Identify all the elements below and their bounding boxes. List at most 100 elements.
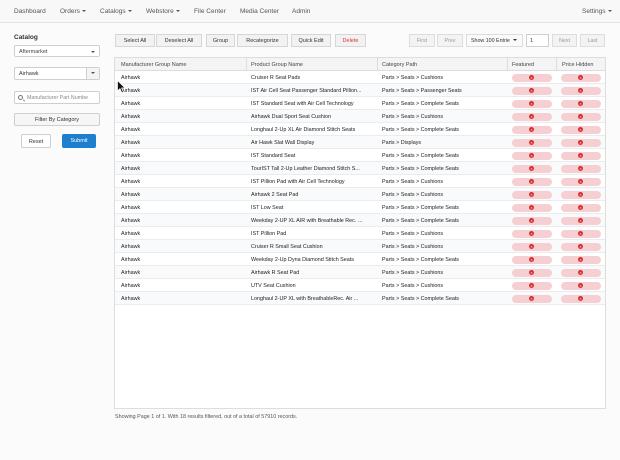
nav-label: Webstore (146, 8, 174, 15)
table-row[interactable]: Airhawk Weekday 2-UP XL AIR with Breathab… (115, 214, 605, 227)
column-header-price-hidden[interactable]: Price Hidden (562, 62, 594, 68)
table-row[interactable]: Airhawk IST Pillion Pad with Air Cell Tec… (115, 175, 605, 188)
delete-button[interactable]: Delete (335, 34, 366, 47)
featured-toggle[interactable]: × (512, 125, 552, 134)
table-row[interactable]: Airhawk Air Hawk Slat Wall Display Parts >… (115, 136, 605, 149)
next-page-button[interactable]: Next (552, 34, 577, 47)
table-row[interactable]: Airhawk IST Pillion Pad Parts > Seats > Cu… (115, 227, 605, 240)
featured-toggle[interactable]: × (512, 112, 552, 121)
table-row[interactable]: Airhawk UTV Seat Cushion Parts > Seats > C… (115, 279, 605, 292)
price-hidden-toggle[interactable]: × (561, 203, 601, 212)
table-row[interactable]: Airhawk IST Low Seat Parts > Seats > Compl… (115, 201, 605, 214)
manufacturer-select[interactable]: Airhawk (14, 67, 100, 80)
nav-settings[interactable]: Settings (582, 8, 612, 15)
deselect-all-button[interactable]: Deselect All (156, 34, 202, 47)
featured-toggle[interactable]: × (512, 177, 552, 186)
recategorize-button[interactable]: Recategorize (237, 34, 288, 47)
quick-edit-button[interactable]: Quick Edit (291, 34, 331, 47)
table-row[interactable]: Airhawk IST Standard Seat Parts > Seats > … (115, 149, 605, 162)
nav-admin[interactable]: Admin (292, 8, 310, 15)
featured-toggle[interactable]: × (512, 138, 552, 147)
table-row[interactable]: Airhawk Longhaul 2-Up XL Air Diamond Stit… (115, 123, 605, 136)
filter-by-category-button[interactable]: Filter By Category (14, 113, 100, 126)
price-hidden-toggle[interactable]: × (561, 216, 601, 225)
featured-toggle[interactable]: × (512, 216, 552, 225)
featured-toggle[interactable]: × (512, 255, 552, 264)
cell-category-path: Parts > Seats > Cushions (382, 243, 444, 250)
first-page-button[interactable]: First (409, 34, 435, 47)
table-row[interactable]: Airhawk Airhawk Dual Sport Seat Cushion Pa… (115, 110, 605, 123)
nav-dashboard[interactable]: Dashboard (14, 8, 46, 15)
prev-page-button[interactable]: Prev (437, 34, 463, 47)
x-circle-icon: × (529, 179, 534, 184)
featured-toggle[interactable]: × (512, 86, 552, 95)
submit-button[interactable]: Submit (62, 134, 96, 148)
featured-toggle[interactable]: × (512, 281, 552, 290)
group-button[interactable]: Group (206, 34, 235, 47)
featured-toggle[interactable]: × (512, 164, 552, 173)
featured-toggle[interactable]: × (512, 151, 552, 160)
price-hidden-toggle[interactable]: × (561, 294, 601, 303)
table-row[interactable]: Airhawk TourIST Tall 2-Up Leather Diamond… (115, 162, 605, 175)
chevron-down-icon (91, 51, 95, 53)
nav-file-center[interactable]: File Center (194, 8, 226, 15)
x-circle-icon: × (529, 140, 534, 145)
part-number-search-input[interactable]: Manufacturer Part Numbe (14, 91, 100, 104)
x-circle-icon: × (578, 101, 583, 106)
select-all-button[interactable]: Select All (115, 34, 155, 47)
table-row[interactable]: Airhawk Airhawk R Seat Pad Parts > Seats >… (115, 266, 605, 279)
nav-webstore[interactable]: Webstore (146, 8, 180, 15)
nav-catalogs[interactable]: Catalogs (100, 8, 132, 15)
price-hidden-toggle[interactable]: × (561, 281, 601, 290)
x-circle-icon: × (529, 153, 534, 158)
featured-toggle[interactable]: × (512, 190, 552, 199)
column-header-manufacturer-group[interactable]: Manufacturer Group Name (121, 62, 186, 68)
cell-product-group: Cruiser R Small Seat Cushion (251, 243, 323, 250)
price-hidden-toggle[interactable]: × (561, 138, 601, 147)
cell-manufacturer-group: Airhawk (121, 243, 141, 250)
nav-orders[interactable]: Orders (60, 8, 86, 15)
table-row[interactable]: Airhawk IST Standard Seat with Air Cell T… (115, 97, 605, 110)
featured-toggle[interactable]: × (512, 268, 552, 277)
featured-toggle[interactable]: × (512, 99, 552, 108)
table-row[interactable]: Airhawk Cruiser R Seat Pads Parts > Seats … (115, 71, 605, 84)
price-hidden-toggle[interactable]: × (561, 177, 601, 186)
x-circle-icon: × (578, 231, 583, 236)
column-divider (377, 58, 378, 71)
cell-manufacturer-group: Airhawk (121, 126, 141, 133)
table-row[interactable]: Airhawk Airhawk 2 Seat Pad Parts > Seats >… (115, 188, 605, 201)
price-hidden-toggle[interactable]: × (561, 190, 601, 199)
price-hidden-toggle[interactable]: × (561, 151, 601, 160)
featured-toggle[interactable]: × (512, 229, 552, 238)
table-row[interactable]: Airhawk Longhaul 2-UP XL with BreathableR… (115, 292, 605, 305)
featured-toggle[interactable]: × (512, 73, 552, 82)
column-header-category-path[interactable]: Category Path (382, 62, 417, 68)
price-hidden-toggle[interactable]: × (561, 99, 601, 108)
page-number-input[interactable]: 1 (526, 34, 549, 47)
price-hidden-toggle[interactable]: × (561, 242, 601, 251)
last-page-button[interactable]: Last (580, 34, 605, 47)
featured-toggle[interactable]: × (512, 294, 552, 303)
table-row[interactable]: Airhawk IST Air Cell Seat Passenger Stand… (115, 84, 605, 97)
catalog-select[interactable]: Aftermarket (14, 45, 100, 57)
reset-button[interactable]: Reset (21, 134, 51, 148)
table-row[interactable]: Airhawk Cruiser R Small Seat Cushion Parts… (115, 240, 605, 253)
nav-media-center[interactable]: Media Center (240, 8, 279, 15)
featured-toggle[interactable]: × (512, 203, 552, 212)
price-hidden-toggle[interactable]: × (561, 125, 601, 134)
manufacturer-dropdown-button[interactable] (86, 68, 99, 79)
price-hidden-toggle[interactable]: × (561, 229, 601, 238)
entries-per-page-select[interactable]: Show 100 Entrie (466, 34, 523, 47)
column-header-featured[interactable]: Featured (512, 62, 534, 68)
caret-down-icon (607, 10, 612, 12)
price-hidden-toggle[interactable]: × (561, 255, 601, 264)
table-row[interactable]: Airhawk Weekday 2-Up Dyna Diamond Stitch … (115, 253, 605, 266)
price-hidden-toggle[interactable]: × (561, 112, 601, 121)
price-hidden-toggle[interactable]: × (561, 86, 601, 95)
price-hidden-toggle[interactable]: × (561, 164, 601, 173)
price-hidden-toggle[interactable]: × (561, 73, 601, 82)
featured-toggle[interactable]: × (512, 242, 552, 251)
x-circle-icon: × (529, 218, 534, 223)
column-header-product-group[interactable]: Product Group Name (251, 62, 303, 68)
price-hidden-toggle[interactable]: × (561, 268, 601, 277)
